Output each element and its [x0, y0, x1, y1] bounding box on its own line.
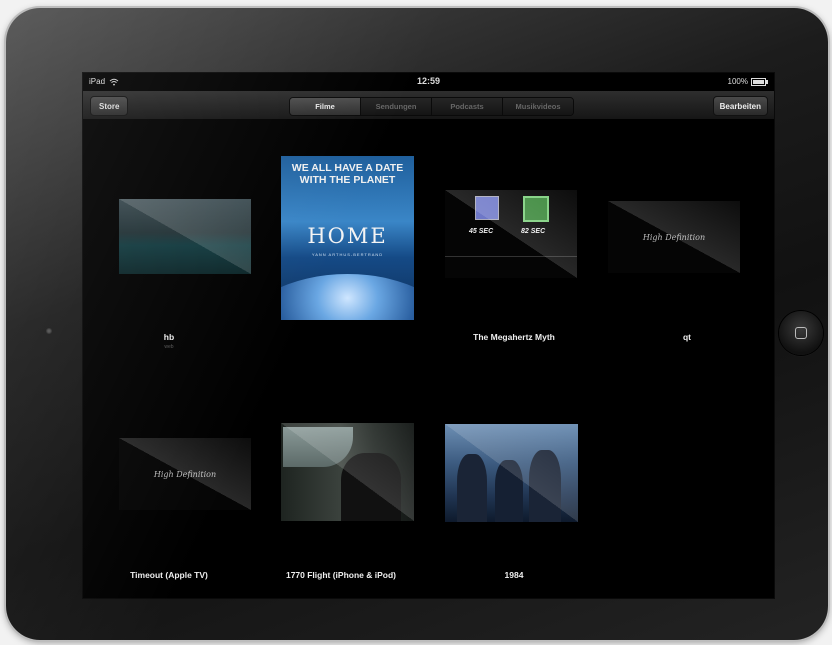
stage-line	[445, 256, 577, 257]
clock: 12:59	[416, 76, 441, 86]
video-item-megahertz-myth[interactable]: 45 SEC 82 SEC The Megahertz Myth	[428, 120, 600, 360]
video-item-hb[interactable]: hb web	[83, 120, 255, 360]
video-title: qt	[682, 332, 692, 342]
earth-image	[281, 274, 414, 320]
video-thumbnail[interactable]	[281, 423, 414, 521]
status-right: 100%	[727, 77, 768, 86]
video-thumbnail[interactable]: 45 SEC 82 SEC	[445, 190, 577, 278]
tab-musikvideos[interactable]: Musikvideos	[503, 98, 573, 115]
poster-tagline: WE ALL HAVE A DATE WITH THE PLANET	[291, 162, 404, 186]
badge-left-text: 45 SEC	[469, 228, 494, 235]
video-item-1770-flight[interactable]: 1770 Flight (iPhone & iPod)	[255, 360, 427, 598]
video-thumbnail[interactable]: High Definition	[119, 438, 251, 510]
camera-icon	[46, 328, 52, 334]
video-grid: hb web WE ALL HAVE A DATE WITH THE PLANE…	[83, 120, 774, 598]
video-item-qt[interactable]: High Definition qt	[601, 120, 773, 360]
video-item-home[interactable]: WE ALL HAVE A DATE WITH THE PLANET HOME …	[255, 120, 427, 360]
high-definition-text: High Definition	[153, 469, 217, 479]
video-subtitle: web	[164, 344, 174, 350]
store-button[interactable]: Store	[90, 96, 129, 116]
high-definition-text: High Definition	[642, 232, 706, 242]
thumbnail-gloss	[119, 199, 251, 274]
home-button[interactable]	[779, 311, 823, 355]
thumbnail-gloss	[445, 190, 577, 278]
video-title: hb	[163, 332, 175, 342]
window-light	[283, 427, 353, 467]
video-title: 1770 Flight (iPhone & iPod)	[285, 570, 397, 580]
nav-bar: Store Filme Sendungen Podcasts Musikvide…	[83, 91, 774, 120]
figure-silhouette	[341, 453, 401, 521]
chip-image-left	[475, 196, 499, 220]
video-title: 1984	[504, 570, 524, 580]
tab-podcasts[interactable]: Podcasts	[432, 98, 503, 115]
ipad-device: iPad 12:59 100% Store Filme Sendungen Po…	[6, 8, 828, 640]
video-thumbnail[interactable]	[119, 199, 251, 274]
chip-image-right	[523, 196, 549, 222]
badge-right-text: 82 SEC	[521, 228, 546, 235]
video-title: The Megahertz Myth	[473, 332, 555, 342]
video-item-timeout[interactable]: High Definition Timeout (Apple TV)	[83, 360, 255, 598]
tab-filme[interactable]: Filme	[290, 98, 361, 115]
battery-icon	[751, 77, 768, 86]
battery-percent: 100%	[727, 77, 748, 86]
soldier-figure-3	[529, 450, 561, 522]
screen: iPad 12:59 100% Store Filme Sendungen Po…	[82, 72, 775, 599]
video-item-1984[interactable]: 1984	[428, 360, 600, 598]
home-square-icon	[795, 327, 807, 339]
poster-title: HOME	[307, 224, 388, 248]
video-thumbnail[interactable]	[445, 424, 578, 522]
soldier-figure-2	[495, 460, 523, 522]
video-thumbnail[interactable]: High Definition	[608, 201, 740, 273]
video-thumbnail[interactable]: WE ALL HAVE A DATE WITH THE PLANET HOME …	[281, 156, 414, 320]
soldier-figure-1	[457, 454, 487, 522]
poster-credit: YANN ARTHUS-BERTRAND	[311, 252, 384, 257]
status-bar: iPad 12:59 100%	[83, 73, 774, 91]
tab-sendungen[interactable]: Sendungen	[361, 98, 432, 115]
media-type-segmented-control: Filme Sendungen Podcasts Musikvideos	[289, 97, 574, 116]
edit-button[interactable]: Bearbeiten	[712, 96, 768, 116]
video-title: Timeout (Apple TV)	[130, 570, 208, 580]
